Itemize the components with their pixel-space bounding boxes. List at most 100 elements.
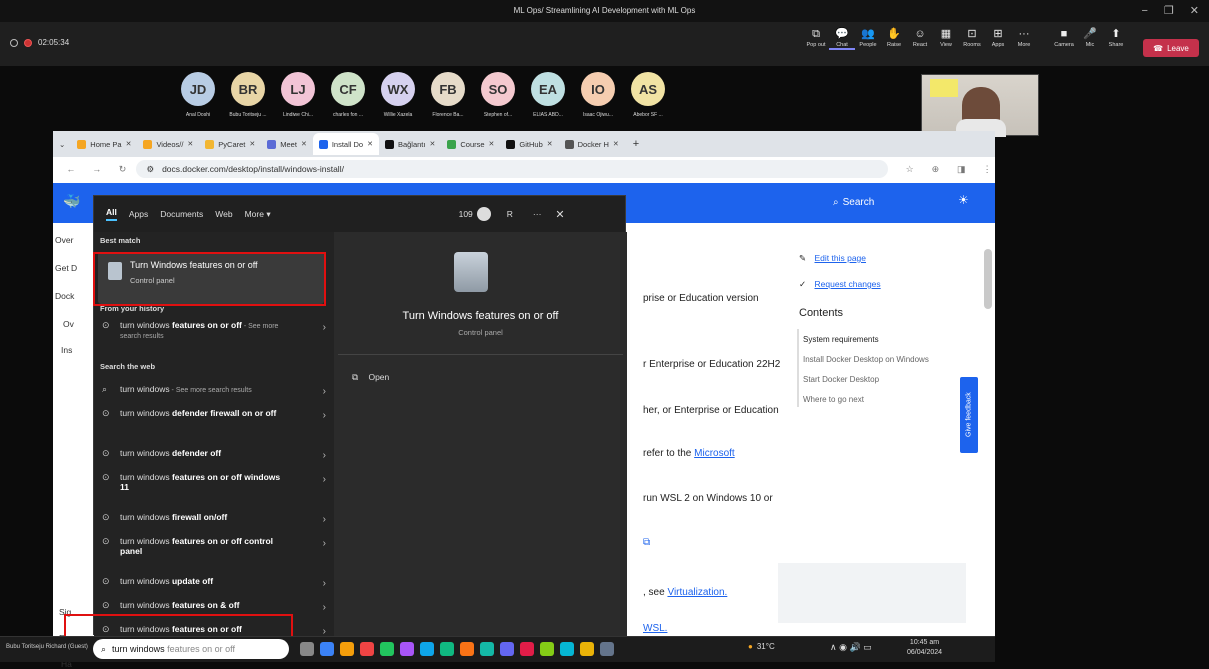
toolbar-rooms-button[interactable]: ⊡ Rooms (959, 26, 985, 48)
tab-close-icon[interactable]: ✕ (613, 140, 619, 148)
participant-tile[interactable]: IO Isaac Ojiwu... (573, 72, 623, 118)
chevron-right-icon[interactable]: › (323, 602, 326, 613)
close-icon[interactable]: ✕ (555, 208, 564, 221)
taskbar-app-icon[interactable] (540, 642, 554, 656)
taskbar-app-icon[interactable] (480, 642, 494, 656)
chevron-right-icon[interactable]: › (323, 514, 326, 525)
taskbar-app-icon[interactable] (460, 642, 474, 656)
toolbar-people-button[interactable]: 👥 People (855, 26, 881, 48)
reload-icon[interactable]: ↻ (115, 164, 131, 175)
taskbar-search-input[interactable]: ⌕ turn windows features on or off (93, 639, 289, 659)
taskbar-app-icon[interactable] (500, 642, 514, 656)
browser-tab[interactable]: Meet ✕ (261, 133, 313, 155)
participant-tile[interactable]: WX Willie Xazela (373, 72, 423, 118)
toolbar-mic-button[interactable]: 🎤 Mic (1077, 26, 1103, 48)
external-link-icon[interactable]: ⧉ (643, 537, 650, 548)
search-suggestion[interactable]: ⊙ turn windows features on or off windows… (94, 472, 334, 492)
taskbar-app-icon[interactable] (580, 642, 594, 656)
docs-search-button[interactable]: ⌕ Search (833, 191, 925, 213)
toc-item[interactable]: Where to go next (803, 395, 864, 404)
request-changes-link[interactable]: ✓ Request changes (799, 279, 881, 290)
download-icon[interactable]: ⊕ (928, 164, 944, 175)
participant-tile[interactable]: AS Abebor SF ... (623, 72, 673, 118)
rewards-icon[interactable] (476, 207, 491, 221)
chevron-right-icon[interactable]: › (323, 410, 326, 421)
taskbar-app-icon[interactable] (380, 642, 394, 656)
left-nav-item[interactable]: Ov (63, 319, 74, 329)
search-suggestion[interactable]: ⊙ turn windows defender firewall on or of… (94, 408, 334, 421)
toolbar-share-button[interactable]: ⬆ Share (1103, 26, 1129, 48)
browser-tab[interactable]: Bağlantı ✕ (379, 133, 441, 155)
toolbar-apps-button[interactable]: ⊞ Apps (985, 26, 1011, 48)
browser-tab[interactable]: PyCaret ✕ (199, 133, 261, 155)
taskbar-app-icon[interactable] (600, 642, 614, 656)
taskbar-app-icon[interactable] (320, 642, 334, 656)
participant-tile[interactable]: FB Florence Ba... (423, 72, 473, 118)
participant-tile[interactable]: EA ELIAS ABD... (523, 72, 573, 118)
menu-icon[interactable]: ⋮ (979, 164, 995, 175)
search-suggestion[interactable]: ⊙ turn windows firewall on/off › (94, 512, 334, 525)
forward-icon[interactable]: → (89, 164, 105, 174)
chevron-right-icon[interactable]: › (323, 474, 326, 485)
toolbar-raise-hand-button[interactable]: ✋ Raise (881, 26, 907, 48)
search-suggestion[interactable]: ⌕ turn windows - See more search results › (94, 384, 334, 397)
taskbar-app-icon[interactable] (420, 642, 434, 656)
tab-close-icon[interactable]: ✕ (429, 140, 435, 148)
toc-item[interactable]: System requirements (803, 335, 879, 344)
tab-list-icon[interactable]: ⌄ (59, 140, 65, 149)
tab-close-icon[interactable]: ✕ (547, 140, 553, 148)
filter-tab-more[interactable]: More ▾ (245, 209, 271, 220)
browser-tab[interactable]: GitHub ✕ (500, 133, 558, 155)
account-avatar[interactable]: R (507, 209, 513, 219)
chevron-right-icon[interactable]: › (323, 538, 326, 549)
toolbar-react-button[interactable]: ☺ React (907, 26, 933, 48)
tab-close-icon[interactable]: ✕ (249, 140, 255, 148)
bookmark-star-icon[interactable]: ☆ (902, 164, 918, 175)
search-suggestion[interactable]: ⊙ turn windows update off › (94, 576, 334, 589)
left-nav-item[interactable]: Ins (61, 345, 72, 355)
more-options-icon[interactable]: ··· (533, 209, 542, 219)
chevron-right-icon[interactable]: › (323, 322, 326, 333)
browser-tab[interactable]: Docker H ✕ (559, 133, 625, 155)
taskbar-app-icon[interactable] (400, 642, 414, 656)
chevron-up-icon[interactable]: ∧ (830, 642, 837, 652)
filter-tab-documents[interactable]: Documents (160, 209, 203, 219)
open-action[interactable]: ⧉ Open (352, 372, 389, 383)
microsoft-link[interactable]: Microsoft (694, 448, 735, 459)
weather-widget[interactable]: ● 31°C (748, 642, 775, 651)
docker-logo-icon[interactable]: 🐳 (63, 193, 85, 211)
taskbar-app-icon[interactable] (440, 642, 454, 656)
browser-tab[interactable]: Home Pa ✕ (71, 133, 137, 155)
chevron-right-icon[interactable]: › (323, 578, 326, 589)
back-icon[interactable]: ← (63, 164, 79, 174)
taskbar-clock[interactable]: 10:45 am 06/04/2024 (907, 638, 942, 658)
virtualization-link[interactable]: Virtualization. (667, 587, 727, 598)
new-tab-icon[interactable]: + (633, 138, 639, 150)
search-suggestion[interactable]: ⊙ turn windows features on & off › (94, 600, 334, 613)
tab-close-icon[interactable]: ✕ (126, 140, 132, 148)
toolbar-more-button[interactable]: ··· More (1011, 26, 1037, 48)
tab-close-icon[interactable]: ✕ (489, 140, 495, 148)
tab-close-icon[interactable]: ✕ (301, 140, 307, 148)
chevron-right-icon[interactable]: › (323, 386, 326, 397)
sidebar-icon[interactable]: ◨ (953, 164, 969, 175)
participant-tile[interactable]: LJ Lindiwe Chi... (273, 72, 323, 118)
search-suggestion[interactable]: ⊙ turn windows features on or off - See m… (94, 320, 334, 340)
tab-close-icon[interactable]: ✕ (187, 140, 193, 148)
taskbar-app-icon[interactable] (360, 642, 374, 656)
search-suggestion[interactable]: ⊙ turn windows defender off › (94, 448, 334, 461)
left-nav-item[interactable]: Dock (55, 291, 74, 301)
maximize-icon[interactable]: ❐ (1164, 0, 1174, 22)
presenter-video[interactable] (921, 74, 1039, 137)
theme-toggle-icon[interactable]: ☀ (958, 193, 969, 207)
browser-tab[interactable]: Install Do ✕ (312, 133, 379, 155)
participant-tile[interactable]: JD Anal Doshi (173, 72, 223, 118)
taskbar-app-icon[interactable] (300, 642, 314, 656)
browser-tab[interactable]: Videos//✕ (137, 133, 199, 155)
filter-tab-all[interactable]: All (106, 207, 117, 221)
toolbar-pop-out-button[interactable]: ⧉ Pop out (803, 26, 829, 48)
minimize-icon[interactable]: − (1141, 0, 1147, 22)
system-tray[interactable]: ∧ ◉ 🔊 ▭ (830, 642, 872, 653)
toolbar-camera-button[interactable]: ■ Camera (1051, 26, 1077, 48)
taskbar-app-icon[interactable] (520, 642, 534, 656)
